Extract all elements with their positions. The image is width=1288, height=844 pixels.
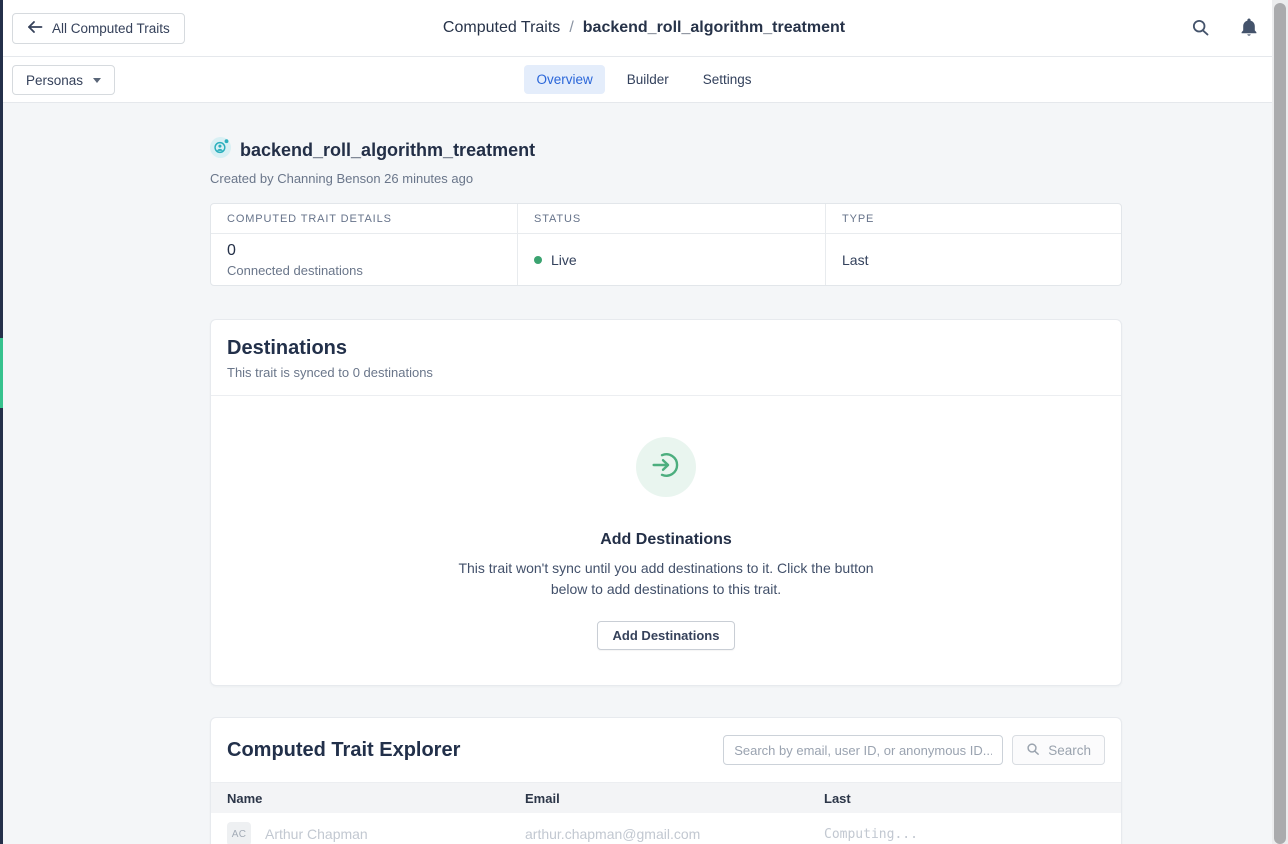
live-status-dot bbox=[534, 256, 542, 264]
tab-settings[interactable]: Settings bbox=[691, 65, 764, 94]
row-last-value: Computing... bbox=[808, 827, 1121, 842]
sidebar-active-indicator bbox=[0, 338, 3, 408]
breadcrumb-current: backend_roll_algorithm_treatment bbox=[583, 19, 845, 37]
row-email: arthur.chapman@gmail.com bbox=[509, 826, 808, 842]
empty-state-title: Add Destinations bbox=[211, 531, 1121, 549]
avatar: AC bbox=[227, 822, 251, 844]
type-cell: Last bbox=[825, 234, 1121, 285]
empty-state-description: This trait won't sync until you add dest… bbox=[440, 558, 892, 600]
destinations-card: Destinations This trait is synced to 0 d… bbox=[210, 319, 1122, 686]
back-arrow-icon bbox=[27, 20, 43, 37]
breadcrumb: Computed Traits / backend_roll_algorithm… bbox=[443, 19, 845, 37]
chevron-down-icon bbox=[93, 78, 101, 83]
breadcrumb-parent[interactable]: Computed Traits bbox=[443, 19, 560, 37]
top-bar: All Computed Traits Computed Traits / ba… bbox=[0, 0, 1288, 57]
explorer-search-button-label: Search bbox=[1048, 743, 1091, 758]
details-header-status: STATUS bbox=[517, 204, 825, 234]
main-content: backend_roll_algorithm_treatment Created… bbox=[210, 137, 1122, 844]
workspace-dropdown-label: Personas bbox=[26, 73, 83, 88]
page-scrollbar[interactable] bbox=[1272, 0, 1288, 844]
explorer-search-button[interactable]: Search bbox=[1012, 735, 1105, 765]
add-destinations-icon-circle bbox=[636, 437, 696, 497]
scrollbar-thumb[interactable] bbox=[1274, 3, 1286, 844]
back-button-label: All Computed Traits bbox=[52, 21, 170, 36]
search-button-topbar[interactable] bbox=[1191, 18, 1210, 40]
status-value: Live bbox=[551, 252, 577, 268]
computed-trait-explorer-card: Computed Trait Explorer Search Name Emai… bbox=[210, 717, 1122, 844]
workspace-dropdown-button[interactable]: Personas bbox=[12, 65, 115, 95]
tab-overview[interactable]: Overview bbox=[524, 65, 604, 94]
computed-trait-icon bbox=[210, 137, 231, 163]
destinations-subtitle: This trait is synced to 0 destinations bbox=[227, 365, 1105, 380]
search-icon bbox=[1026, 742, 1040, 759]
created-by-text: Created by Channing Benson 26 minutes ag… bbox=[210, 171, 1122, 186]
tab-builder[interactable]: Builder bbox=[615, 65, 681, 94]
add-destinations-button[interactable]: Add Destinations bbox=[597, 621, 736, 650]
destinations-empty-state: Add Destinations This trait won't sync u… bbox=[211, 396, 1121, 685]
column-header-name: Name bbox=[211, 791, 509, 806]
back-to-all-computed-traits-button[interactable]: All Computed Traits bbox=[12, 13, 185, 44]
breadcrumb-separator: / bbox=[569, 19, 573, 37]
collapsed-sidebar-strip[interactable] bbox=[0, 0, 3, 844]
details-header-type: TYPE bbox=[825, 204, 1121, 234]
explorer-title: Computed Trait Explorer bbox=[227, 739, 460, 762]
explorer-table-header: Name Email Last bbox=[211, 782, 1121, 813]
column-header-email: Email bbox=[509, 791, 808, 806]
explorer-table: Name Email Last AC Arthur Chapman arthur… bbox=[211, 782, 1121, 844]
tab-bar: Personas Overview Builder Settings bbox=[0, 57, 1288, 103]
type-value: Last bbox=[842, 252, 1105, 268]
table-row[interactable]: AC Arthur Chapman arthur.chapman@gmail.c… bbox=[211, 813, 1121, 844]
enter-arrow-icon bbox=[650, 449, 682, 486]
details-header-computed-trait-details: COMPUTED TRAIT DETAILS bbox=[211, 204, 517, 234]
explorer-search-input[interactable] bbox=[723, 735, 1003, 765]
tabs: Overview Builder Settings bbox=[0, 57, 1288, 102]
trait-details-table: COMPUTED TRAIT DETAILS STATUS TYPE 0 Con… bbox=[210, 203, 1122, 286]
bell-icon bbox=[1240, 17, 1258, 40]
connected-destinations-label: Connected destinations bbox=[227, 263, 501, 278]
page-title: backend_roll_algorithm_treatment bbox=[240, 140, 535, 161]
connected-destinations-count: 0 bbox=[227, 241, 501, 260]
row-name: Arthur Chapman bbox=[265, 826, 368, 842]
column-header-last: Last bbox=[808, 791, 1121, 806]
notifications-button[interactable] bbox=[1240, 17, 1258, 40]
search-icon bbox=[1191, 18, 1210, 40]
connected-destinations-cell: 0 Connected destinations bbox=[211, 234, 517, 285]
destinations-title: Destinations bbox=[227, 337, 1105, 360]
status-cell: Live bbox=[517, 234, 825, 285]
